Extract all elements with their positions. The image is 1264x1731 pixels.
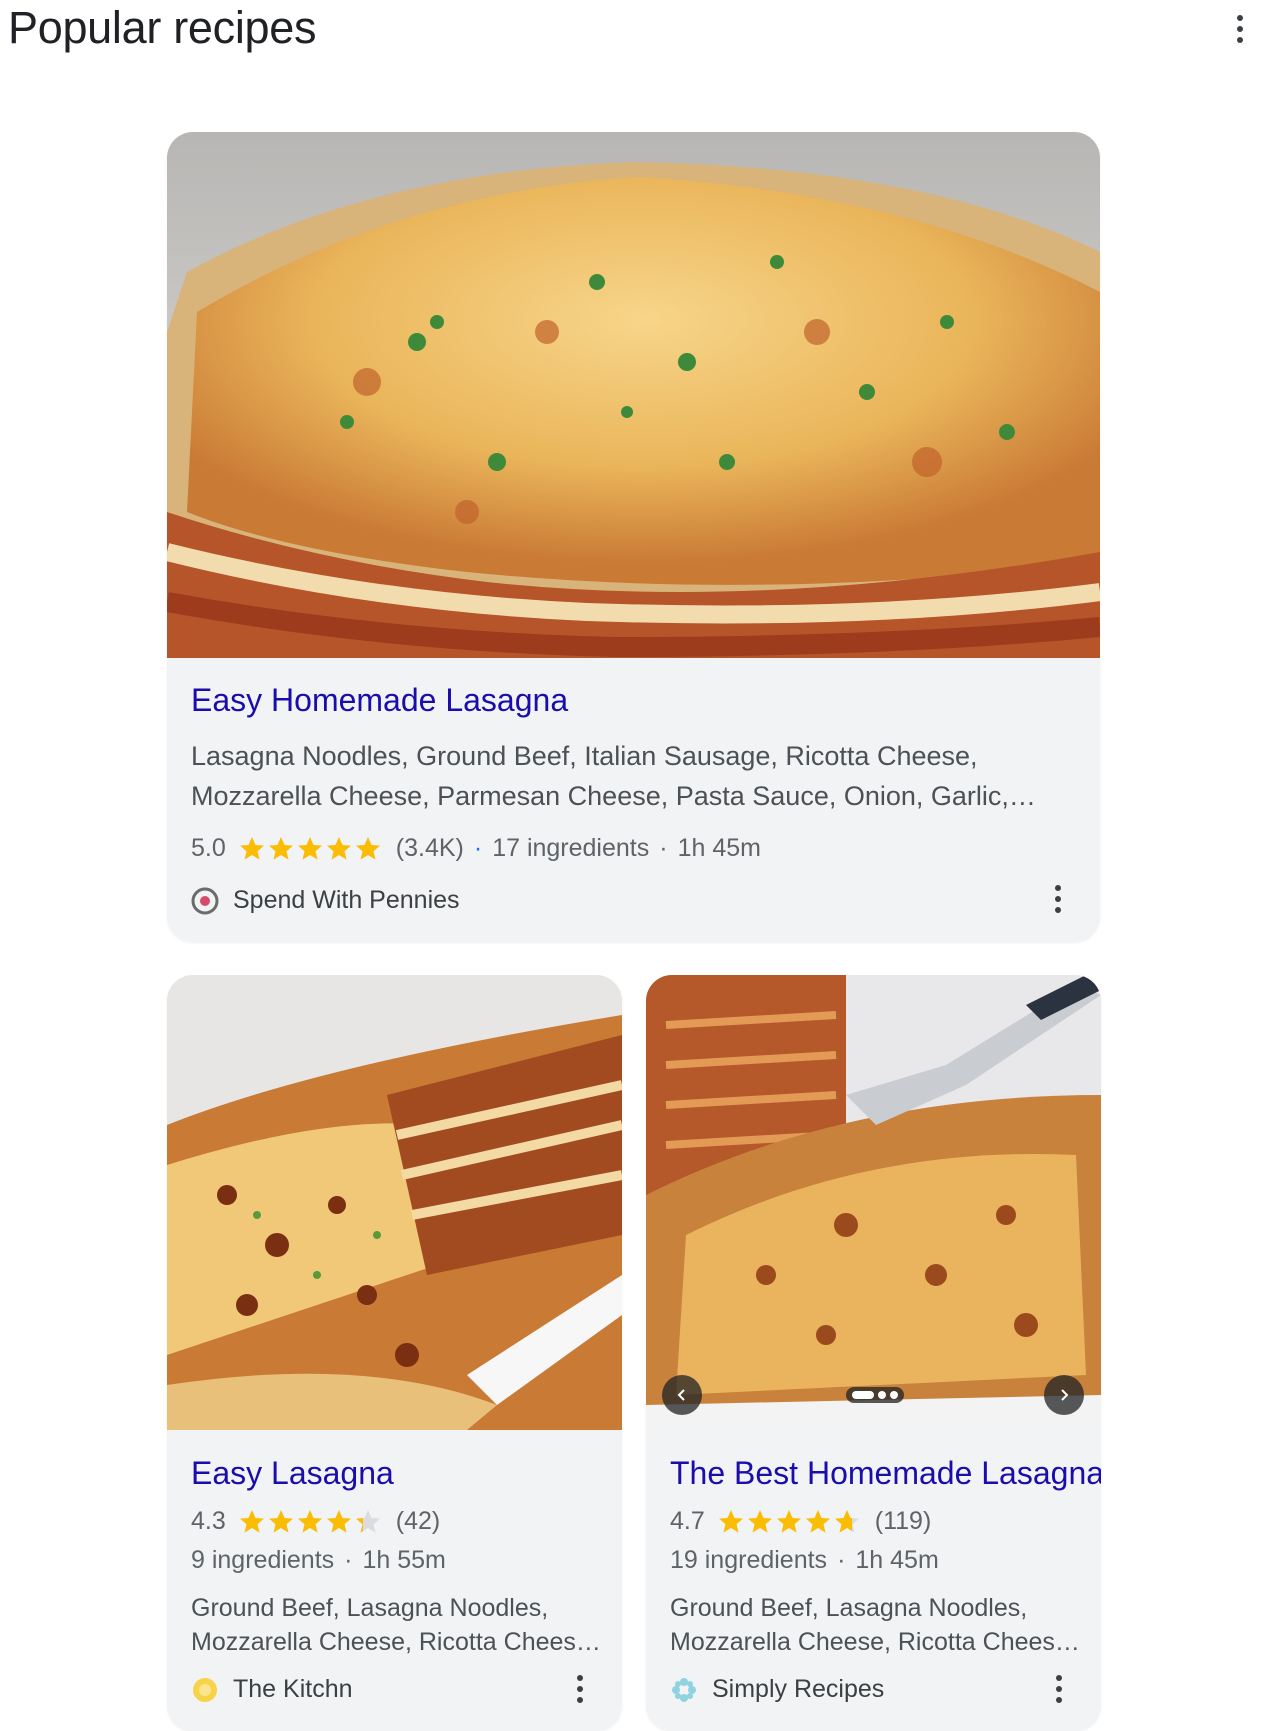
recipe-card-best-homemade-lasagna[interactable]: The Best Homemade Lasagna 4.7 (119) 19 i… <box>646 975 1101 1731</box>
star-icon <box>268 1509 293 1533</box>
ingredients-count: 9 ingredients <box>191 1546 335 1574</box>
review-count: (42) <box>395 1507 441 1535</box>
carousel-prev-button[interactable] <box>662 1375 702 1415</box>
review-count: (119) <box>874 1507 932 1535</box>
recipe-title-link[interactable]: The Best Homemade Lasagna <box>670 1455 1101 1492</box>
cook-time: 1h 45m <box>855 1546 939 1574</box>
cook-time: 1h 45m <box>677 834 761 862</box>
star-icon <box>805 1509 830 1533</box>
simply-recipes-logo-icon <box>672 1677 696 1702</box>
star-icon <box>834 1509 859 1533</box>
star-icon <box>268 836 293 860</box>
star-rating <box>238 835 382 863</box>
more-options-icon[interactable] <box>1228 12 1252 46</box>
source-name: Spend With Pennies <box>233 886 460 914</box>
the-kitchn-logo-icon <box>193 1677 217 1702</box>
ingredients-list: Ground Beef, Lasagna Noodles, Mozzarella… <box>670 1594 1080 1656</box>
lasagna-dish-image[interactable] <box>167 975 622 1430</box>
more-options-icon[interactable] <box>1046 882 1070 916</box>
star-icon <box>239 836 264 860</box>
ingredients-count: 19 ingredients <box>670 1546 828 1574</box>
rating-value: 5.0 <box>191 834 226 862</box>
star-icon <box>297 1509 322 1533</box>
recipe-card-easy-homemade-lasagna[interactable]: Easy Homemade Lasagna Lasagna Noodles, G… <box>167 132 1100 942</box>
star-icon <box>326 836 351 860</box>
carousel-indicator <box>846 1387 904 1403</box>
spend-with-pennies-logo-icon <box>191 887 219 914</box>
star-icon <box>355 1509 380 1533</box>
carousel-next-button[interactable] <box>1044 1375 1084 1415</box>
star-icon <box>326 1509 351 1533</box>
source-name: Simply Recipes <box>712 1675 885 1703</box>
chevron-left-icon <box>677 1389 685 1401</box>
recipe-meta: 5.0 (3.4K) · 17 ingredients · 1h 45m <box>191 834 761 863</box>
ingredients-list: Lasagna Noodles, Ground Beef, Italian Sa… <box>191 741 1036 811</box>
review-count: (3.4K) <box>395 834 464 862</box>
ingredients-count: 17 ingredients <box>492 834 650 862</box>
star-icon <box>718 1509 743 1533</box>
rating-value: 4.7 <box>670 1507 705 1535</box>
source-link[interactable]: The Kitchn <box>191 1675 353 1704</box>
cook-time: 1h 55m <box>362 1546 446 1574</box>
star-icon <box>297 836 322 860</box>
recipe-meta: 9 ingredients · 1h 55m <box>191 1546 446 1574</box>
source-name: The Kitchn <box>233 1675 353 1703</box>
source-link[interactable]: Simply Recipes <box>670 1675 884 1704</box>
rating-value: 4.3 <box>191 1507 226 1535</box>
recipe-meta: 19 ingredients · 1h 45m <box>670 1546 939 1574</box>
chevron-right-icon <box>1061 1389 1069 1401</box>
source-link[interactable]: Spend With Pennies <box>191 886 460 915</box>
star-icon <box>239 1509 264 1533</box>
star-icon <box>747 1509 772 1533</box>
star-rating <box>717 1508 861 1536</box>
more-options-icon[interactable] <box>568 1672 592 1706</box>
star-icon <box>355 836 380 860</box>
recipe-card-easy-lasagna[interactable]: Easy Lasagna 4.3 (42) 9 ingredients · 1h… <box>167 975 622 1731</box>
lasagna-serving-image[interactable] <box>646 975 1101 1430</box>
lasagna-slice-image[interactable] <box>167 132 1100 658</box>
star-icon <box>776 1509 801 1533</box>
more-options-icon[interactable] <box>1047 1672 1071 1706</box>
recipe-title-link[interactable]: Easy Lasagna <box>191 1455 394 1492</box>
star-rating <box>238 1508 382 1536</box>
recipe-title-link[interactable]: Easy Homemade Lasagna <box>191 682 568 719</box>
recipe-rating: 4.3 (42) <box>191 1507 440 1536</box>
ingredients-list: Ground Beef, Lasagna Noodles, Mozzarella… <box>191 1594 601 1656</box>
page-title: Popular recipes <box>8 2 317 53</box>
recipe-rating: 4.7 (119) <box>670 1507 931 1536</box>
